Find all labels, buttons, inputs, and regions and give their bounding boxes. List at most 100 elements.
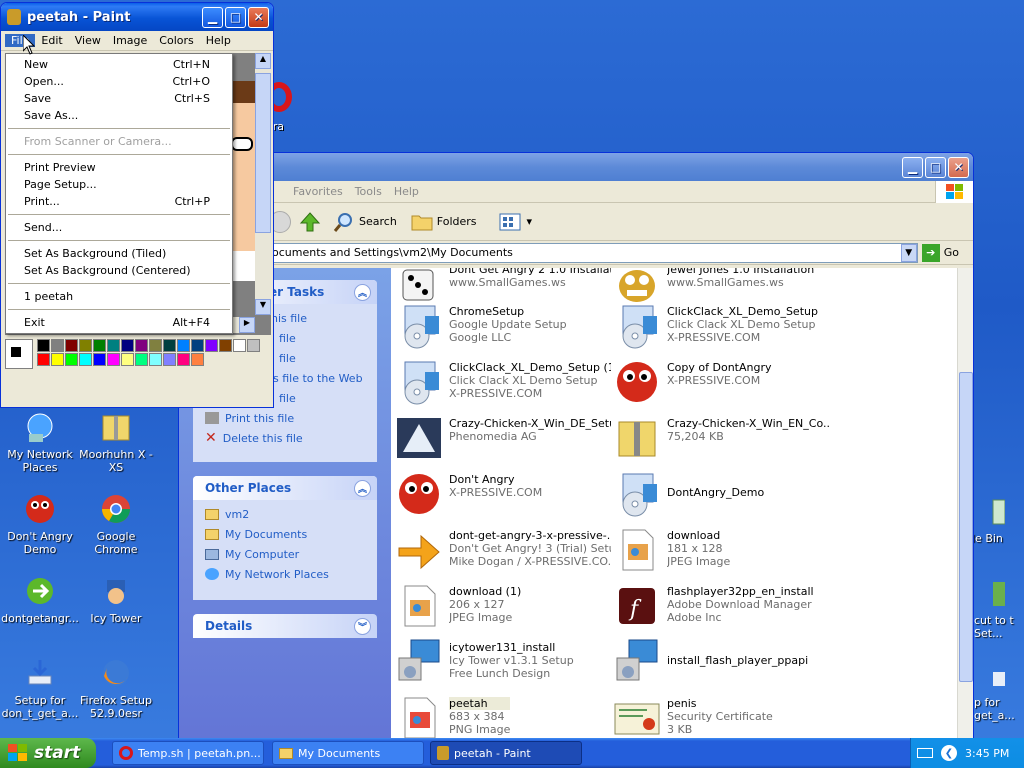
taskbar-item-opera[interactable]: Temp.sh | peetah.pn... (112, 741, 264, 765)
palette-color[interactable] (163, 339, 176, 352)
palette-color[interactable] (247, 339, 260, 352)
palette-color[interactable] (205, 339, 218, 352)
file-item[interactable]: install_flash_player_ppapi (613, 638, 829, 690)
close-button[interactable]: ✕ (248, 6, 269, 28)
file-item[interactable]: ClickClack_XL_Demo_Setup (1) Click Clack … (395, 358, 611, 410)
palette-color[interactable] (93, 339, 106, 352)
file-item[interactable]: ChromeSetup Google Update Setup Google LLC (395, 302, 611, 354)
palette-color[interactable] (163, 353, 176, 366)
address-input[interactable]: ocuments and Settings\vm2\My Documents ▼ (269, 242, 918, 263)
place-my-computer[interactable]: My Computer (193, 544, 377, 564)
palette-color[interactable] (107, 339, 120, 352)
other-places-header[interactable]: Other Places ︽ (193, 476, 377, 500)
file-item[interactable]: dont-get-angry-3-x-pressive-... Don't Get… (395, 526, 611, 578)
palette-color[interactable] (149, 353, 162, 366)
file-item[interactable]: ClickClack_XL_Demo_Setup Click Clack XL D… (613, 302, 829, 354)
clock[interactable]: 3:45 PM (965, 747, 1009, 760)
palette-color[interactable] (177, 339, 190, 352)
task-print[interactable]: Print this file (193, 408, 377, 428)
keyboard-icon[interactable] (917, 748, 933, 758)
file-menu-item[interactable]: Save As... (6, 107, 232, 124)
file-menu-item[interactable]: Set As Background (Tiled) (6, 245, 232, 262)
palette-color[interactable] (93, 353, 106, 366)
menu-help[interactable]: Help (388, 185, 425, 198)
details-header[interactable]: Details ︾ (193, 614, 377, 638)
file-menu-item[interactable]: New Ctrl+N (6, 56, 232, 73)
vertical-scrollbar[interactable] (957, 268, 973, 741)
place-my-documents[interactable]: My Documents (193, 524, 377, 544)
desktop-icon-dontgetangry[interactable]: dontgetangr... (0, 574, 80, 625)
file-item[interactable]: Crazy-Chicken-X_Win_EN_Co... 75,204 KB (613, 414, 829, 466)
menu-help[interactable]: Help (200, 34, 237, 47)
file-menu-item[interactable]: Open... Ctrl+O (6, 73, 232, 90)
minimize-button[interactable]: ▁ (202, 6, 223, 28)
palette-color[interactable] (177, 353, 190, 366)
desktop-icon-chrome[interactable]: Google Chrome (76, 492, 156, 556)
task-delete[interactable]: ✕ Delete this file (193, 428, 377, 448)
desktop-icon-firefox[interactable]: Firefox Setup 52.9.0esr (76, 656, 156, 720)
folders-button[interactable]: Folders (407, 212, 481, 232)
palette-color[interactable] (191, 353, 204, 366)
explorer-titlebar[interactable]: ▁ □ ✕ (179, 153, 973, 181)
search-button[interactable]: Search (329, 211, 401, 233)
palette-color[interactable] (65, 339, 78, 352)
file-menu-item[interactable]: 1 peetah (6, 288, 232, 305)
desktop-icon-network[interactable]: My Network Places (0, 410, 80, 474)
file-item[interactable]: penis Security Certificate 3 KB (613, 694, 829, 741)
close-button[interactable]: ✕ (948, 156, 969, 178)
menu-image[interactable]: Image (107, 34, 153, 47)
file-item[interactable]: Don't Angry X-PRESSIVE.COM (395, 470, 611, 522)
palette-color[interactable] (121, 353, 134, 366)
palette-color[interactable] (135, 339, 148, 352)
palette-color[interactable] (121, 339, 134, 352)
file-menu-item[interactable]: Print Preview (6, 159, 232, 176)
file-item[interactable]: download 181 x 128 JPEG Image (613, 526, 829, 578)
palette-color[interactable] (79, 339, 92, 352)
place-vm2[interactable]: vm2 (193, 504, 377, 524)
palette-color[interactable] (191, 339, 204, 352)
palette-color[interactable] (233, 339, 246, 352)
tray-expand-icon[interactable]: ❮ (941, 745, 957, 761)
go-button[interactable]: ➔ Go (921, 243, 973, 262)
file-item[interactable]: Copy of DontAngry X-PRESSIVE.COM (613, 358, 829, 410)
file-menu-item[interactable]: Exit Alt+F4 (6, 314, 232, 331)
file-menu-item[interactable]: Page Setup... (6, 176, 232, 193)
menu-tools[interactable]: Tools (349, 185, 388, 198)
file-item[interactable]: peetah 683 x 384 PNG Image (395, 694, 611, 741)
taskbar-item-paint[interactable]: peetah - Paint (430, 741, 582, 765)
file-item[interactable]: Crazy-Chicken-X_Win_DE_Setup Phenomedia A… (395, 414, 611, 466)
palette-color[interactable] (219, 339, 232, 352)
paint-titlebar[interactable]: peetah - Paint ▁ □ ✕ (1, 3, 273, 31)
views-button[interactable]: ▾ (495, 212, 537, 232)
file-menu-item[interactable]: Print... Ctrl+P (6, 193, 232, 210)
current-colors[interactable] (5, 339, 33, 369)
palette-color[interactable] (51, 353, 64, 366)
palette-color[interactable] (107, 353, 120, 366)
file-item[interactable]: DontAngry_Demo (613, 470, 829, 522)
palette-color[interactable] (65, 353, 78, 366)
palette-color[interactable] (37, 353, 50, 366)
palette-color[interactable] (135, 353, 148, 366)
file-item[interactable]: icytower131_install Icy Tower v1.3.1 Setu… (395, 638, 611, 690)
menu-colors[interactable]: Colors (153, 34, 199, 47)
place-network[interactable]: My Network Places (193, 564, 377, 584)
maximize-button[interactable]: □ (925, 156, 946, 178)
scroll-thumb[interactable] (959, 372, 973, 682)
file-menu-item[interactable]: Set As Background (Centered) (6, 262, 232, 279)
file-menu-item[interactable]: Send... (6, 219, 232, 236)
file-item[interactable]: download (1) 206 x 127 JPEG Image (395, 582, 611, 634)
palette-color[interactable] (149, 339, 162, 352)
taskbar-item-my-documents[interactable]: My Documents (272, 741, 424, 765)
menu-favorites[interactable]: Favorites (287, 185, 349, 198)
file-menu-item[interactable]: Save Ctrl+S (6, 90, 232, 107)
paint-vscroll[interactable]: ▲ ▼ (255, 53, 271, 315)
file-item[interactable]: f flashplayer32pp_en_install Adobe Downloa… (613, 582, 829, 634)
address-dropdown-button[interactable]: ▼ (900, 243, 917, 262)
menu-edit[interactable]: Edit (35, 34, 68, 47)
start-button[interactable]: start (0, 738, 96, 768)
palette-color[interactable] (79, 353, 92, 366)
minimize-button[interactable]: ▁ (902, 156, 923, 178)
desktop-icon-moorhuhn[interactable]: Moorhuhn X - XS (76, 410, 156, 474)
palette-color[interactable] (51, 339, 64, 352)
desktop-icon-dontangry-demo[interactable]: Don't Angry Demo (0, 492, 80, 556)
